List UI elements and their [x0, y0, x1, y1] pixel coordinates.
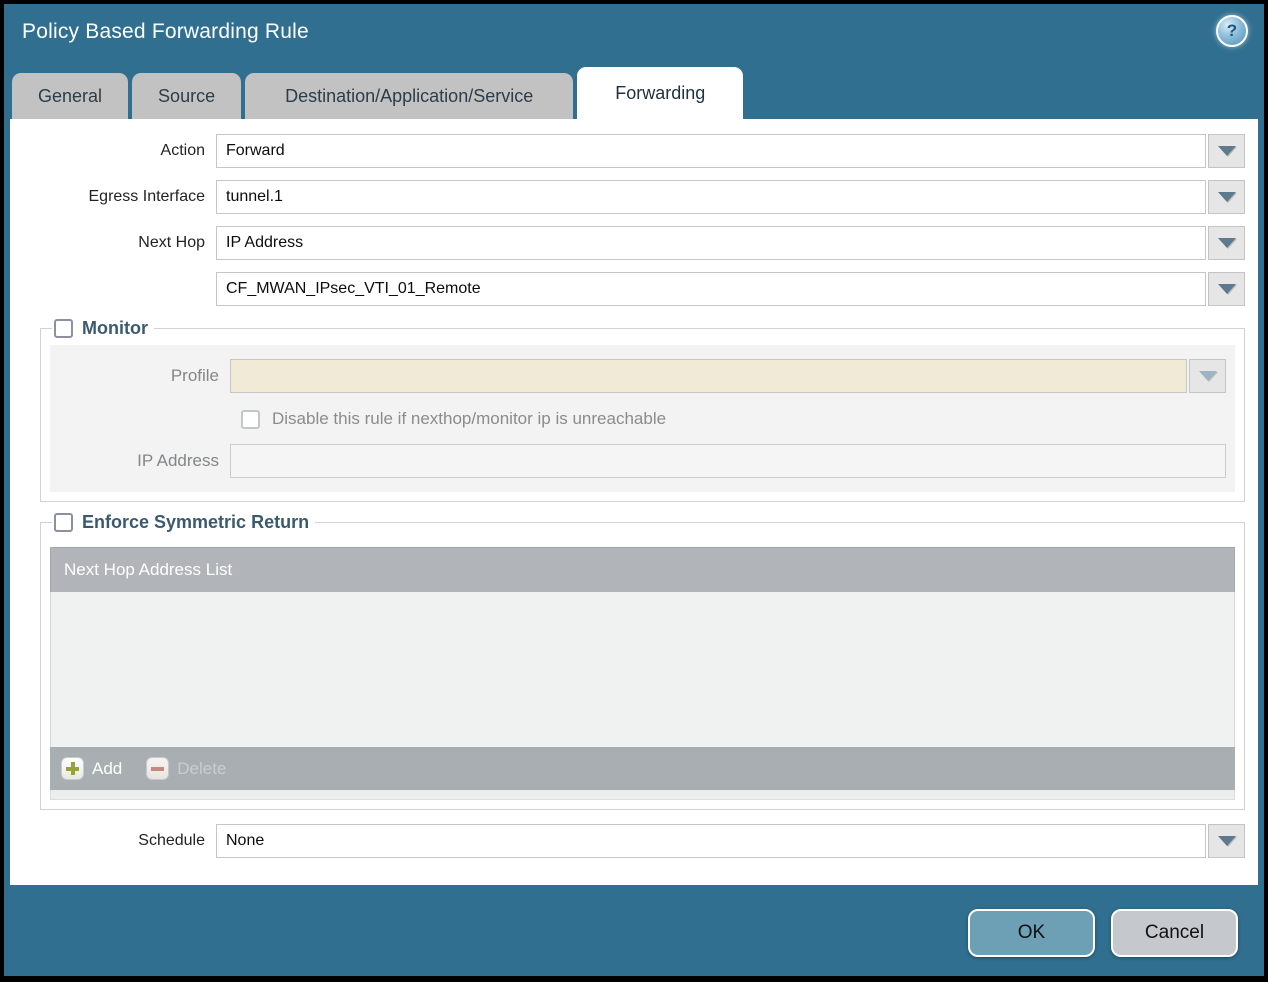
action-select[interactable]: Forward	[216, 134, 1206, 168]
chevron-down-icon	[1217, 284, 1236, 294]
profile-label: Profile	[170, 366, 219, 385]
disable-rule-label: Disable this rule if nexthop/monitor ip …	[272, 409, 667, 428]
action-label: Action	[160, 142, 205, 159]
tab-forwarding[interactable]: Forwarding	[577, 67, 744, 119]
enforce-symmetric-return-legend: Enforce Symmetric Return	[52, 512, 315, 533]
schedule-select[interactable]: None	[216, 824, 1206, 858]
schedule-row: Schedule None	[10, 824, 1245, 858]
profile-dropdown-button[interactable]	[1189, 359, 1226, 393]
tab-source[interactable]: Source	[132, 73, 242, 119]
schedule-label: Schedule	[138, 832, 205, 849]
next-hop-address-row: CF_MWAN_IPsec_VTI_01_Remote	[10, 272, 1245, 306]
next-hop-type-select[interactable]: IP Address	[216, 226, 1206, 260]
next-hop-address-dropdown-button[interactable]	[1208, 272, 1245, 306]
next-hop-address-list-header: Next Hop Address List	[50, 547, 1235, 592]
enforce-symmetric-return-fieldset: Enforce Symmetric Return Next Hop Addres…	[40, 512, 1245, 810]
chevron-down-icon	[1198, 371, 1217, 381]
next-hop-address-select[interactable]: CF_MWAN_IPsec_VTI_01_Remote	[216, 272, 1206, 306]
table-bottom-strip	[50, 790, 1235, 800]
add-button-label: Add	[92, 758, 123, 778]
chevron-down-icon	[1217, 192, 1236, 202]
disable-rule-checkbox[interactable]	[241, 409, 260, 429]
tab-destination-application-service[interactable]: Destination/Application/Service	[245, 73, 574, 119]
next-hop-label: Next Hop	[138, 234, 205, 251]
monitor-checkbox[interactable]	[54, 319, 73, 338]
monitor-ip-address-input[interactable]	[230, 444, 1226, 478]
egress-interface-label: Egress Interface	[88, 188, 206, 205]
monitor-ip-address-row: IP Address	[50, 444, 1226, 478]
dialog-footer: OK Cancel	[4, 885, 1264, 976]
schedule-dropdown-button[interactable]	[1208, 824, 1245, 858]
dialog-titlebar: Policy Based Forwarding Rule ?	[4, 4, 1264, 66]
monitor-legend-label: Monitor	[82, 318, 148, 338]
next-hop-address-list-toolbar: Add Delete	[50, 747, 1235, 790]
chevron-down-icon	[1217, 146, 1236, 156]
minus-icon	[146, 757, 170, 780]
egress-interface-row: Egress Interface tunnel.1	[10, 180, 1245, 214]
profile-select[interactable]	[230, 359, 1187, 393]
profile-row: Profile	[50, 359, 1226, 393]
dialog-title: Policy Based Forwarding Rule	[22, 20, 309, 43]
monitor-legend: Monitor	[52, 318, 154, 339]
ok-button[interactable]: OK	[968, 908, 1095, 957]
delete-button-label: Delete	[177, 758, 227, 778]
disable-rule-row: Disable this rule if nexthop/monitor ip …	[241, 406, 1226, 432]
tab-general[interactable]: General	[12, 73, 129, 119]
add-button[interactable]: Add	[61, 757, 122, 780]
action-row: Action Forward	[10, 134, 1245, 168]
chevron-down-icon	[1217, 836, 1236, 846]
monitor-fieldset: Monitor Profile Disable this rule if nex…	[40, 318, 1245, 502]
policy-based-forwarding-dialog: Policy Based Forwarding Rule ? General S…	[0, 0, 1268, 982]
next-hop-type-dropdown-button[interactable]	[1208, 226, 1245, 260]
chevron-down-icon	[1217, 238, 1236, 248]
action-dropdown-button[interactable]	[1208, 134, 1245, 168]
forwarding-tab-panel: Action Forward Egress Interface tunnel.1…	[10, 119, 1258, 885]
next-hop-address-list-table: Next Hop Address List Add Delete	[50, 547, 1235, 800]
monitor-ip-address-label: IP Address	[137, 451, 219, 470]
egress-interface-select[interactable]: tunnel.1	[216, 180, 1206, 214]
help-icon[interactable]: ?	[1216, 15, 1248, 47]
enforce-symmetric-return-checkbox[interactable]	[54, 513, 73, 532]
next-hop-row: Next Hop IP Address	[10, 226, 1245, 260]
tab-bar: General Source Destination/Application/S…	[4, 66, 1264, 119]
cancel-button[interactable]: Cancel	[1111, 908, 1238, 957]
egress-interface-dropdown-button[interactable]	[1208, 180, 1245, 214]
enforce-symmetric-return-legend-label: Enforce Symmetric Return	[82, 512, 310, 532]
delete-button[interactable]: Delete	[146, 757, 226, 780]
monitor-panel: Profile Disable this rule if nexthop/mon…	[50, 345, 1235, 492]
next-hop-address-list-body[interactable]	[50, 592, 1235, 747]
plus-icon	[61, 757, 84, 780]
